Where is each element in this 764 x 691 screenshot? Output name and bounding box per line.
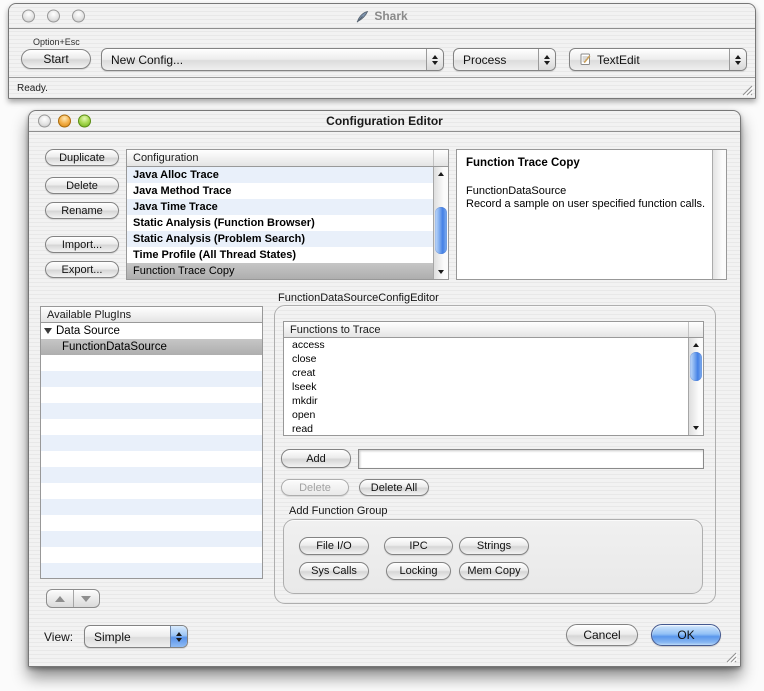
start-button[interactable]: Start: [21, 49, 91, 69]
function-row[interactable]: lseek: [284, 380, 688, 394]
configuration-table: Configuration Java Alloc Trace Java Meth…: [126, 149, 449, 280]
config-row[interactable]: Java Time Trace: [127, 199, 433, 215]
function-group-label: Add Function Group: [289, 505, 387, 517]
up-arrow-icon: [55, 596, 65, 602]
plugins-header: Available PlugIns: [41, 307, 262, 323]
config-row[interactable]: Java Alloc Trace: [127, 167, 433, 183]
add-function-input[interactable]: [358, 449, 704, 469]
functions-header: Functions to Trace: [284, 322, 703, 338]
config-row[interactable]: Java Method Trace: [127, 183, 433, 199]
add-function-button[interactable]: Add: [281, 449, 351, 468]
export-button[interactable]: Export...: [45, 261, 119, 278]
function-row[interactable]: read: [284, 422, 688, 435]
function-row[interactable]: creat: [284, 366, 688, 380]
description-text: Record a sample on user specified functi…: [466, 198, 706, 211]
scrollbar-thumb[interactable]: [435, 207, 447, 254]
minimize-icon[interactable]: [58, 115, 71, 128]
popup-stepper-icon: [426, 49, 443, 70]
editor-window-title: Configuration Editor: [326, 114, 443, 128]
move-down-button[interactable]: [73, 590, 100, 607]
shark-titlebar[interactable]: Shark: [9, 4, 755, 29]
duplicate-button[interactable]: Duplicate: [45, 149, 119, 166]
feather-icon: [356, 10, 369, 23]
start-hotkey-label: Option+Esc: [33, 37, 80, 47]
config-row-selected[interactable]: Function Trace Copy: [127, 263, 433, 279]
down-arrow-icon: [81, 596, 91, 602]
functions-rows: access close creat lseek mkdir open read: [284, 338, 688, 435]
delete-all-button[interactable]: Delete All: [359, 479, 429, 496]
configuration-editor-window: Configuration Editor Duplicate Delete Re…: [28, 110, 741, 667]
desktop: Shark Option+Esc Start New Config... Pro…: [0, 0, 764, 691]
shark-window-title: Shark: [356, 9, 407, 23]
close-icon[interactable]: [38, 115, 51, 128]
config-description-panel: Function Trace Copy FunctionDataSource R…: [456, 149, 727, 280]
process-popup[interactable]: Process: [453, 48, 556, 71]
plugin-group-row[interactable]: Data Source: [41, 323, 262, 339]
plugins-empty-rows: [41, 355, 262, 578]
description-scroll-track[interactable]: [712, 150, 726, 279]
ipc-button[interactable]: IPC: [384, 537, 453, 555]
function-row[interactable]: mkdir: [284, 394, 688, 408]
plugin-editor-label: FunctionDataSourceConfigEditor: [278, 292, 439, 304]
popup-stepper-icon: [170, 626, 187, 647]
editor-titlebar[interactable]: Configuration Editor: [29, 111, 740, 132]
import-button[interactable]: Import...: [45, 236, 119, 253]
functions-table: Functions to Trace access close creat ls…: [283, 321, 704, 436]
config-row[interactable]: Static Analysis (Problem Search): [127, 231, 433, 247]
description-title: Function Trace Copy: [466, 157, 706, 170]
mem-copy-button[interactable]: Mem Copy: [459, 562, 529, 580]
ok-button[interactable]: OK: [651, 624, 721, 646]
reorder-control: [46, 589, 100, 608]
scrollbar-thumb[interactable]: [690, 352, 702, 381]
function-row[interactable]: open: [284, 408, 688, 422]
config-row[interactable]: Static Analysis (Function Browser): [127, 215, 433, 231]
rename-button[interactable]: Rename: [45, 202, 119, 219]
scroll-up-icon[interactable]: [434, 168, 448, 180]
configuration-rows: Java Alloc Trace Java Method Trace Java …: [127, 167, 433, 279]
target-app-popup[interactable]: TextEdit: [569, 48, 747, 71]
delete-function-button[interactable]: Delete: [281, 479, 349, 496]
config-popup[interactable]: New Config...: [101, 48, 444, 71]
resize-grip-icon[interactable]: [740, 83, 753, 96]
file-io-button[interactable]: File I/O: [299, 537, 369, 555]
shark-window: Shark Option+Esc Start New Config... Pro…: [8, 3, 756, 99]
sys-calls-button[interactable]: Sys Calls: [299, 562, 369, 580]
close-icon[interactable]: [22, 10, 35, 23]
move-up-button[interactable]: [47, 590, 73, 607]
function-group-box: [283, 519, 703, 594]
scroll-down-icon[interactable]: [689, 422, 703, 434]
locking-button[interactable]: Locking: [386, 562, 451, 580]
resize-grip-icon[interactable]: [724, 650, 737, 663]
description-plugin: FunctionDataSource: [466, 185, 706, 198]
popup-stepper-icon: [729, 49, 746, 70]
status-text: Ready.: [17, 83, 48, 94]
shark-title-text: Shark: [374, 9, 407, 23]
delete-config-button[interactable]: Delete: [45, 177, 119, 194]
available-plugins-table: Available PlugIns Data Source FunctionDa…: [40, 306, 263, 579]
plugin-row-selected[interactable]: FunctionDataSource: [41, 339, 262, 355]
scroll-down-icon[interactable]: [434, 266, 448, 278]
functions-scrollbar[interactable]: [688, 338, 703, 435]
minimize-icon[interactable]: [47, 10, 60, 23]
function-row[interactable]: access: [284, 338, 688, 352]
scroll-up-icon[interactable]: [689, 339, 703, 351]
textedit-app-icon: [579, 53, 592, 66]
zoom-icon[interactable]: [72, 10, 85, 23]
view-label: View:: [44, 630, 73, 644]
strings-button[interactable]: Strings: [459, 537, 529, 555]
configuration-header: Configuration: [127, 150, 448, 167]
function-row[interactable]: close: [284, 352, 688, 366]
config-scrollbar[interactable]: [433, 167, 448, 279]
view-popup[interactable]: Simple: [84, 625, 188, 648]
disclosure-triangle-icon[interactable]: [44, 328, 52, 334]
shark-statusbar: Ready.: [9, 77, 755, 98]
popup-stepper-icon: [538, 49, 555, 70]
zoom-icon[interactable]: [78, 115, 91, 128]
cancel-button[interactable]: Cancel: [566, 624, 638, 646]
config-row[interactable]: Time Profile (All Thread States): [127, 247, 433, 263]
